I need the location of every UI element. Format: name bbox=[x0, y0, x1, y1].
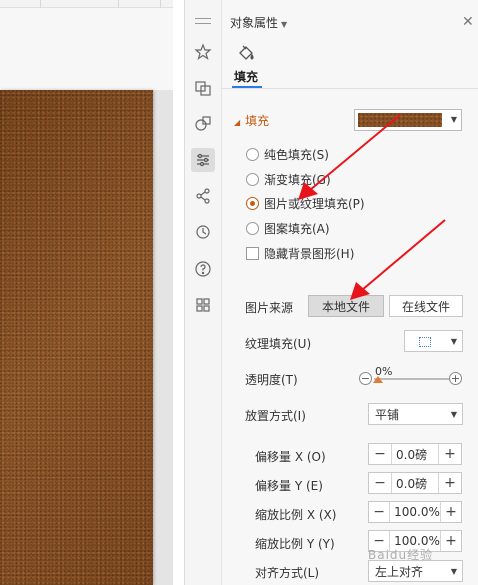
radio-label: 图案填充(A) bbox=[264, 221, 330, 236]
scale-y-label: 缩放比例 Y (Y) bbox=[255, 537, 335, 551]
fill-preview-dropdown[interactable]: ▼ bbox=[354, 109, 462, 131]
texture-fill-label: 纹理填充(U) bbox=[245, 337, 312, 351]
panel-title-text: 对象属性 bbox=[230, 16, 279, 30]
offset-x-label: 偏移量 X (O) bbox=[255, 450, 326, 464]
increase-transparency-button[interactable]: + bbox=[449, 372, 462, 385]
increment-button[interactable]: + bbox=[439, 444, 461, 464]
decrement-button[interactable]: − bbox=[369, 444, 391, 464]
alignment-value: 左上对齐 bbox=[375, 564, 424, 579]
radio-label: 渐变填充(G) bbox=[264, 172, 331, 187]
transparency-value: 0% bbox=[375, 365, 393, 378]
radio-label: 纯色填充(S) bbox=[264, 147, 329, 162]
decrement-button[interactable]: − bbox=[369, 502, 389, 522]
texture-preview-icon bbox=[419, 337, 431, 347]
ruler-strip bbox=[0, 0, 173, 8]
picture-source-label: 图片来源 bbox=[245, 301, 294, 315]
checkbox-label: 隐藏背景图形(H) bbox=[264, 246, 355, 261]
scale-x-value[interactable]: 100.0% bbox=[389, 502, 441, 522]
paint-bucket-icon[interactable] bbox=[236, 44, 256, 64]
collapse-triangle-icon: ◢ bbox=[234, 118, 241, 127]
chevron-down-icon: ▼ bbox=[450, 567, 457, 576]
transparency-slider-track[interactable] bbox=[374, 378, 450, 380]
page-sheet bbox=[0, 8, 173, 90]
chevron-down-icon: ▼ bbox=[450, 115, 457, 124]
chevron-down-icon: ▼ bbox=[450, 337, 457, 346]
placement-dropdown[interactable]: 平铺 ▼ bbox=[368, 403, 463, 425]
radio-label: 图片或纹理填充(P) bbox=[264, 196, 365, 211]
scale-x-stepper[interactable]: − 100.0% + bbox=[368, 501, 462, 523]
leather-texture-shape[interactable] bbox=[0, 90, 153, 585]
texture-swatch bbox=[358, 113, 442, 127]
increment-button[interactable]: + bbox=[441, 531, 461, 551]
transparency-label: 透明度(T) bbox=[245, 373, 298, 387]
texture-fill-dropdown[interactable]: ▼ bbox=[404, 330, 463, 352]
scale-x-label: 缩放比例 X (X) bbox=[255, 508, 337, 522]
grid-apps-icon[interactable] bbox=[191, 293, 215, 317]
radio-pattern-fill[interactable]: 图案填充(A) bbox=[246, 219, 330, 237]
alignment-label: 对齐方式(L) bbox=[255, 566, 320, 580]
watermark: Baidu经验 bbox=[368, 548, 434, 562]
decrease-transparency-button[interactable]: − bbox=[359, 372, 372, 385]
tab-fill[interactable]: 填充 bbox=[234, 68, 258, 85]
swap-icon[interactable] bbox=[191, 76, 215, 100]
shapes-icon[interactable] bbox=[191, 112, 215, 136]
offset-y-value[interactable]: 0.0磅 bbox=[391, 473, 439, 493]
share-icon[interactable] bbox=[191, 184, 215, 208]
settings-sliders-icon[interactable] bbox=[191, 148, 215, 172]
object-properties-panel: 对象属性 ▼ ✕ 填充 ◢ 填充 ▼ 纯色填充(S) 渐变填充(G) 图片或纹理填充… bbox=[222, 0, 478, 585]
radio-gradient-fill[interactable]: 渐变填充(G) bbox=[246, 170, 331, 188]
checkbox[interactable] bbox=[246, 246, 259, 260]
radio-button[interactable] bbox=[246, 147, 259, 161]
online-file-button[interactable]: 在线文件 bbox=[389, 295, 463, 317]
offset-x-value[interactable]: 0.0磅 bbox=[391, 444, 439, 464]
increment-button[interactable]: + bbox=[439, 473, 461, 493]
placement-label: 放置方式(I) bbox=[245, 409, 306, 423]
radio-button[interactable] bbox=[246, 221, 259, 235]
placement-value: 平铺 bbox=[375, 407, 400, 422]
star-shape-icon[interactable] bbox=[191, 40, 215, 64]
divider bbox=[222, 88, 478, 89]
history-icon[interactable] bbox=[191, 220, 215, 244]
side-icon-rail bbox=[184, 0, 222, 585]
offset-y-stepper[interactable]: − 0.0磅 + bbox=[368, 472, 462, 494]
local-file-button[interactable]: 本地文件 bbox=[308, 295, 384, 317]
close-icon[interactable]: ✕ bbox=[462, 15, 474, 29]
alignment-dropdown[interactable]: 左上对齐 ▼ bbox=[368, 560, 463, 582]
radio-solid-fill[interactable]: 纯色填充(S) bbox=[246, 145, 329, 163]
help-icon[interactable] bbox=[191, 257, 215, 281]
offset-y-label: 偏移量 Y (E) bbox=[255, 479, 323, 493]
decrement-button[interactable]: − bbox=[369, 473, 391, 493]
chevron-down-icon: ▼ bbox=[450, 410, 457, 419]
panel-title[interactable]: 对象属性 ▼ bbox=[230, 14, 287, 31]
offset-x-stepper[interactable]: − 0.0磅 + bbox=[368, 443, 462, 465]
chevron-down-icon: ▼ bbox=[281, 20, 288, 29]
document-canvas bbox=[0, 0, 173, 585]
radio-picture-texture-fill[interactable]: 图片或纹理填充(P) bbox=[246, 194, 365, 212]
hide-background-checkbox-row[interactable]: 隐藏背景图形(H) bbox=[246, 244, 354, 262]
radio-button[interactable] bbox=[246, 172, 259, 186]
radio-button-selected[interactable] bbox=[246, 196, 259, 210]
drag-handle-icon[interactable] bbox=[195, 18, 211, 24]
increment-button[interactable]: + bbox=[441, 502, 461, 522]
fill-section-label: 填充 bbox=[245, 114, 270, 128]
fill-section-header[interactable]: ◢ 填充 bbox=[234, 112, 269, 129]
